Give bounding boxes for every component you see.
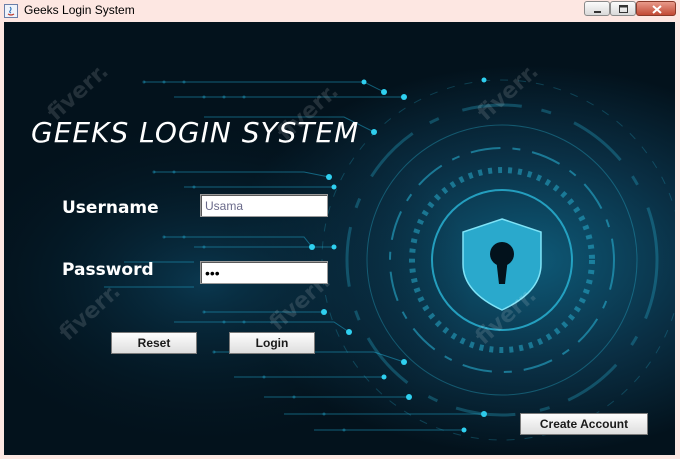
login-panel: fiverr. fiverr. fiverr. fiverr. fiverr. … xyxy=(4,22,675,455)
close-button[interactable] xyxy=(636,1,676,16)
cyber-security-background xyxy=(4,22,675,455)
password-label: Password xyxy=(62,260,154,280)
username-label: Username xyxy=(62,198,159,218)
page-title: GEEKS LOGIN SYSTEM xyxy=(31,116,360,149)
title-bar[interactable]: Geeks Login System xyxy=(0,0,680,22)
reset-button[interactable]: Reset xyxy=(111,332,197,354)
password-input[interactable] xyxy=(200,261,328,284)
maximize-button[interactable] xyxy=(610,1,636,16)
java-app-icon xyxy=(4,4,18,18)
minimize-button[interactable] xyxy=(584,1,610,16)
window-title: Geeks Login System xyxy=(24,3,135,17)
login-button[interactable]: Login xyxy=(229,332,315,354)
create-account-button[interactable]: Create Account xyxy=(520,413,648,435)
app-window: Geeks Login System fiverr. fiverr. fiver… xyxy=(0,0,680,459)
username-input[interactable] xyxy=(200,194,328,217)
